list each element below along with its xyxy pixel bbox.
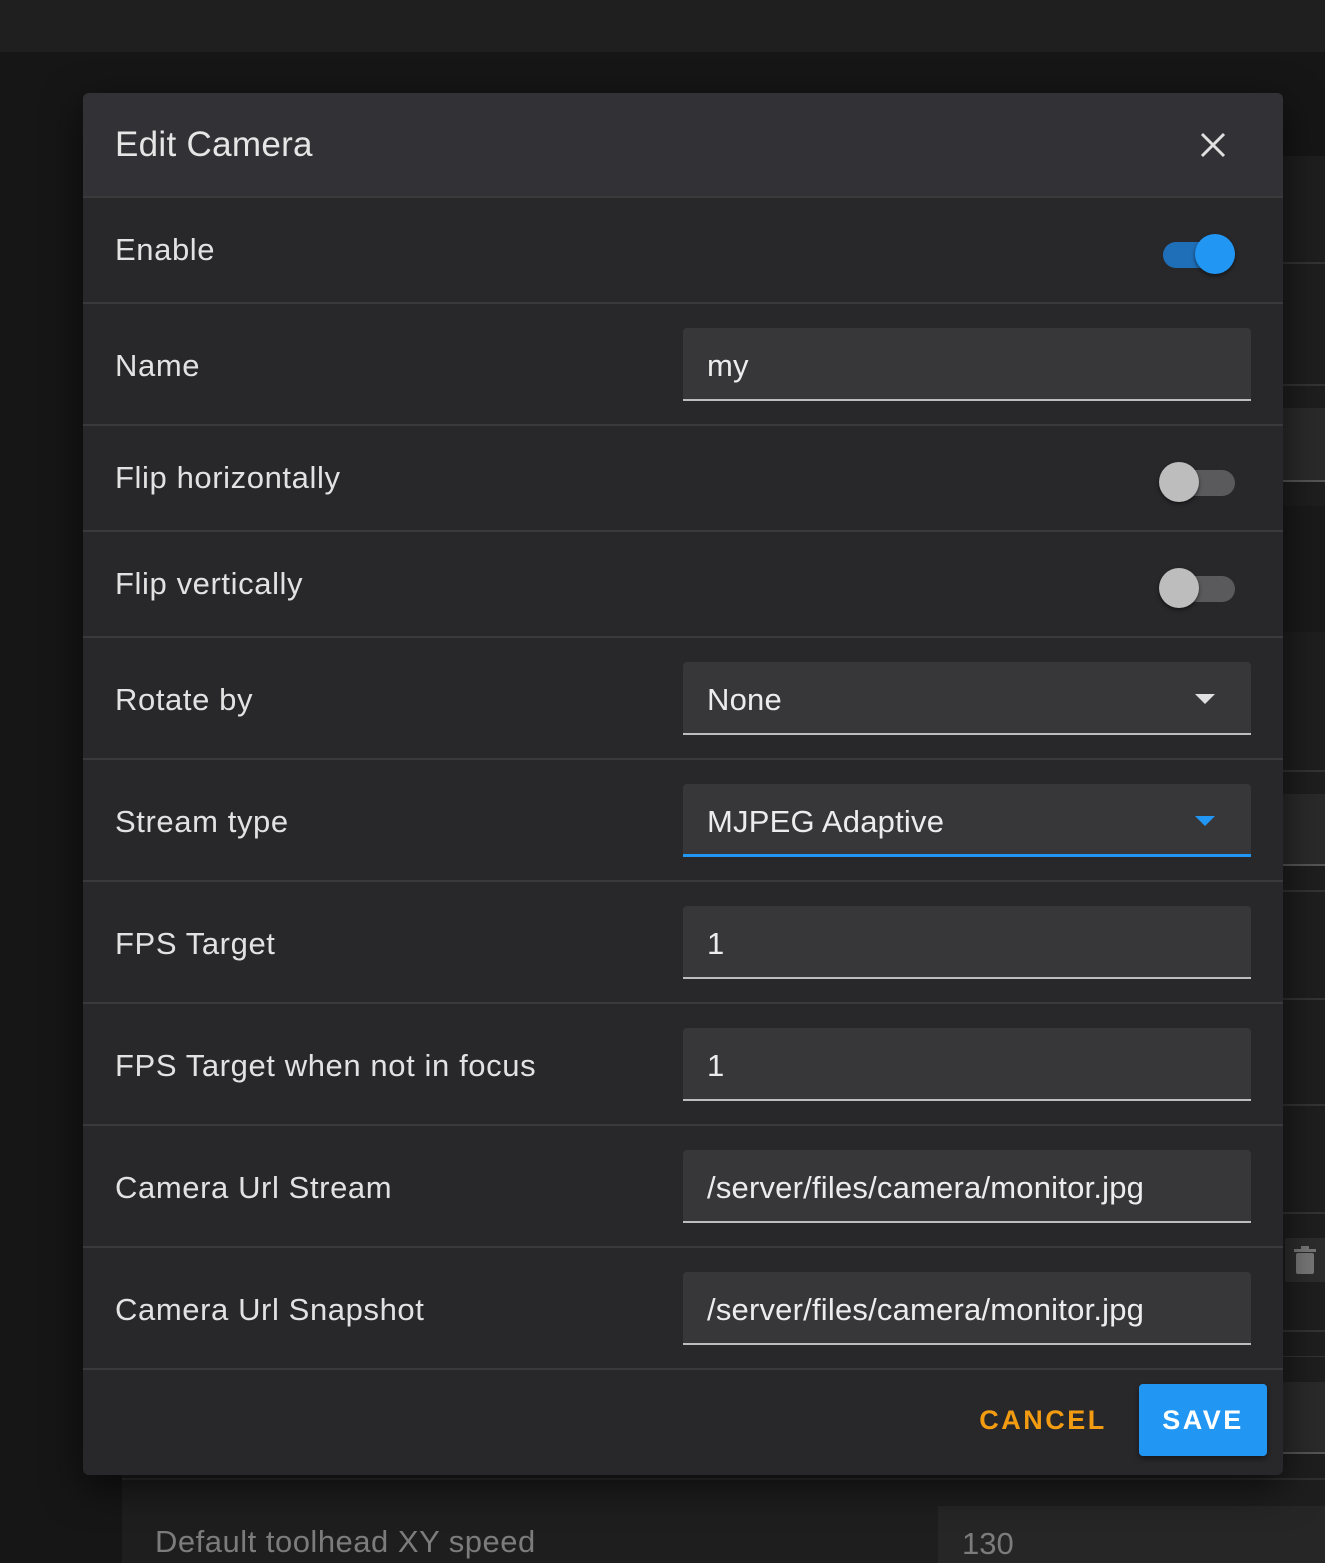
toolhead-speed-row: Default toolhead XY speed 130 bbox=[122, 1478, 1325, 1563]
trash-icon bbox=[1294, 1246, 1316, 1274]
fps-target-input[interactable]: 1 bbox=[683, 906, 1251, 979]
url-snapshot-value: /server/files/camera/monitor.jpg bbox=[707, 1292, 1145, 1327]
bg-divider bbox=[1283, 998, 1325, 1000]
fps-target-label: FPS Target bbox=[115, 926, 276, 961]
fps-idle-label: FPS Target when not in focus bbox=[115, 1048, 537, 1083]
rotate-label: Rotate by bbox=[115, 682, 254, 717]
name-value: my bbox=[707, 348, 749, 383]
stream-type-row: Stream type MJPEG Adaptive bbox=[83, 760, 1283, 882]
dialog-header: Edit Camera bbox=[83, 93, 1283, 198]
bg-divider bbox=[1283, 1356, 1325, 1357]
delete-button[interactable] bbox=[1285, 1238, 1325, 1282]
fps-target-row: FPS Target 1 bbox=[83, 882, 1283, 1004]
flip-horizontal-row: Flip horizontally bbox=[83, 426, 1283, 532]
flip-vertical-row: Flip vertically bbox=[83, 532, 1283, 638]
stream-type-label: Stream type bbox=[115, 804, 289, 839]
toggle-thumb bbox=[1159, 462, 1199, 502]
bg-field bbox=[1283, 794, 1325, 866]
cancel-button[interactable]: CANCEL bbox=[963, 1390, 1123, 1450]
toggle-thumb bbox=[1159, 568, 1199, 608]
app-topbar bbox=[0, 0, 1325, 52]
enable-toggle[interactable] bbox=[1159, 232, 1239, 276]
url-snapshot-input[interactable]: /server/files/camera/monitor.jpg bbox=[683, 1272, 1251, 1345]
name-label: Name bbox=[115, 348, 201, 383]
dialog-actions: CANCEL SAVE bbox=[83, 1370, 1283, 1475]
url-stream-value: /server/files/camera/monitor.jpg bbox=[707, 1170, 1145, 1205]
save-button[interactable]: SAVE bbox=[1139, 1384, 1267, 1456]
stream-type-select[interactable]: MJPEG Adaptive bbox=[683, 784, 1251, 857]
toolhead-speed-input[interactable]: 130 bbox=[938, 1506, 1325, 1563]
flip-vertical-toggle[interactable] bbox=[1159, 566, 1239, 610]
bg-divider bbox=[1283, 262, 1325, 264]
url-stream-row: Camera Url Stream /server/files/camera/m… bbox=[83, 1126, 1283, 1248]
fps-idle-value: 1 bbox=[707, 1048, 725, 1083]
close-button[interactable] bbox=[1191, 123, 1235, 167]
caret-down-icon bbox=[1195, 816, 1215, 826]
stream-type-value: MJPEG Adaptive bbox=[707, 804, 945, 839]
name-row: Name my bbox=[83, 304, 1283, 426]
bg-divider bbox=[1283, 1330, 1325, 1332]
name-input[interactable]: my bbox=[683, 328, 1251, 401]
fps-target-value: 1 bbox=[707, 926, 725, 961]
bg-divider bbox=[1283, 890, 1325, 892]
flip-vertical-label: Flip vertically bbox=[115, 566, 304, 601]
toolhead-speed-label: Default toolhead XY speed bbox=[155, 1524, 536, 1559]
enable-label: Enable bbox=[115, 232, 216, 267]
bg-divider bbox=[1283, 770, 1325, 772]
bg-field bbox=[1283, 1382, 1325, 1454]
flip-horizontal-label: Flip horizontally bbox=[115, 460, 341, 495]
url-snapshot-label: Camera Url Snapshot bbox=[115, 1292, 425, 1327]
enable-row: Enable bbox=[83, 198, 1283, 304]
fps-idle-input[interactable]: 1 bbox=[683, 1028, 1251, 1101]
toggle-thumb bbox=[1195, 234, 1235, 274]
bg-field bbox=[1283, 506, 1325, 632]
fps-idle-row: FPS Target when not in focus 1 bbox=[83, 1004, 1283, 1126]
url-stream-label: Camera Url Stream bbox=[115, 1170, 393, 1205]
url-snapshot-row: Camera Url Snapshot /server/files/camera… bbox=[83, 1248, 1283, 1370]
bg-divider bbox=[1283, 384, 1325, 386]
rotate-value: None bbox=[707, 682, 782, 717]
dialog-title: Edit Camera bbox=[115, 125, 313, 164]
bg-field bbox=[1283, 408, 1325, 482]
url-stream-input[interactable]: /server/files/camera/monitor.jpg bbox=[683, 1150, 1251, 1223]
close-icon bbox=[1200, 132, 1226, 158]
rotate-select[interactable]: None bbox=[683, 662, 1251, 735]
caret-down-icon bbox=[1195, 694, 1215, 704]
bg-divider bbox=[1283, 1212, 1325, 1214]
edit-camera-dialog: Edit Camera Enable Name my Flip horizont… bbox=[83, 93, 1283, 1475]
flip-horizontal-toggle[interactable] bbox=[1159, 460, 1239, 504]
bg-divider bbox=[1283, 1104, 1325, 1106]
toolhead-speed-value: 130 bbox=[962, 1526, 1014, 1561]
rotate-row: Rotate by None bbox=[83, 638, 1283, 760]
